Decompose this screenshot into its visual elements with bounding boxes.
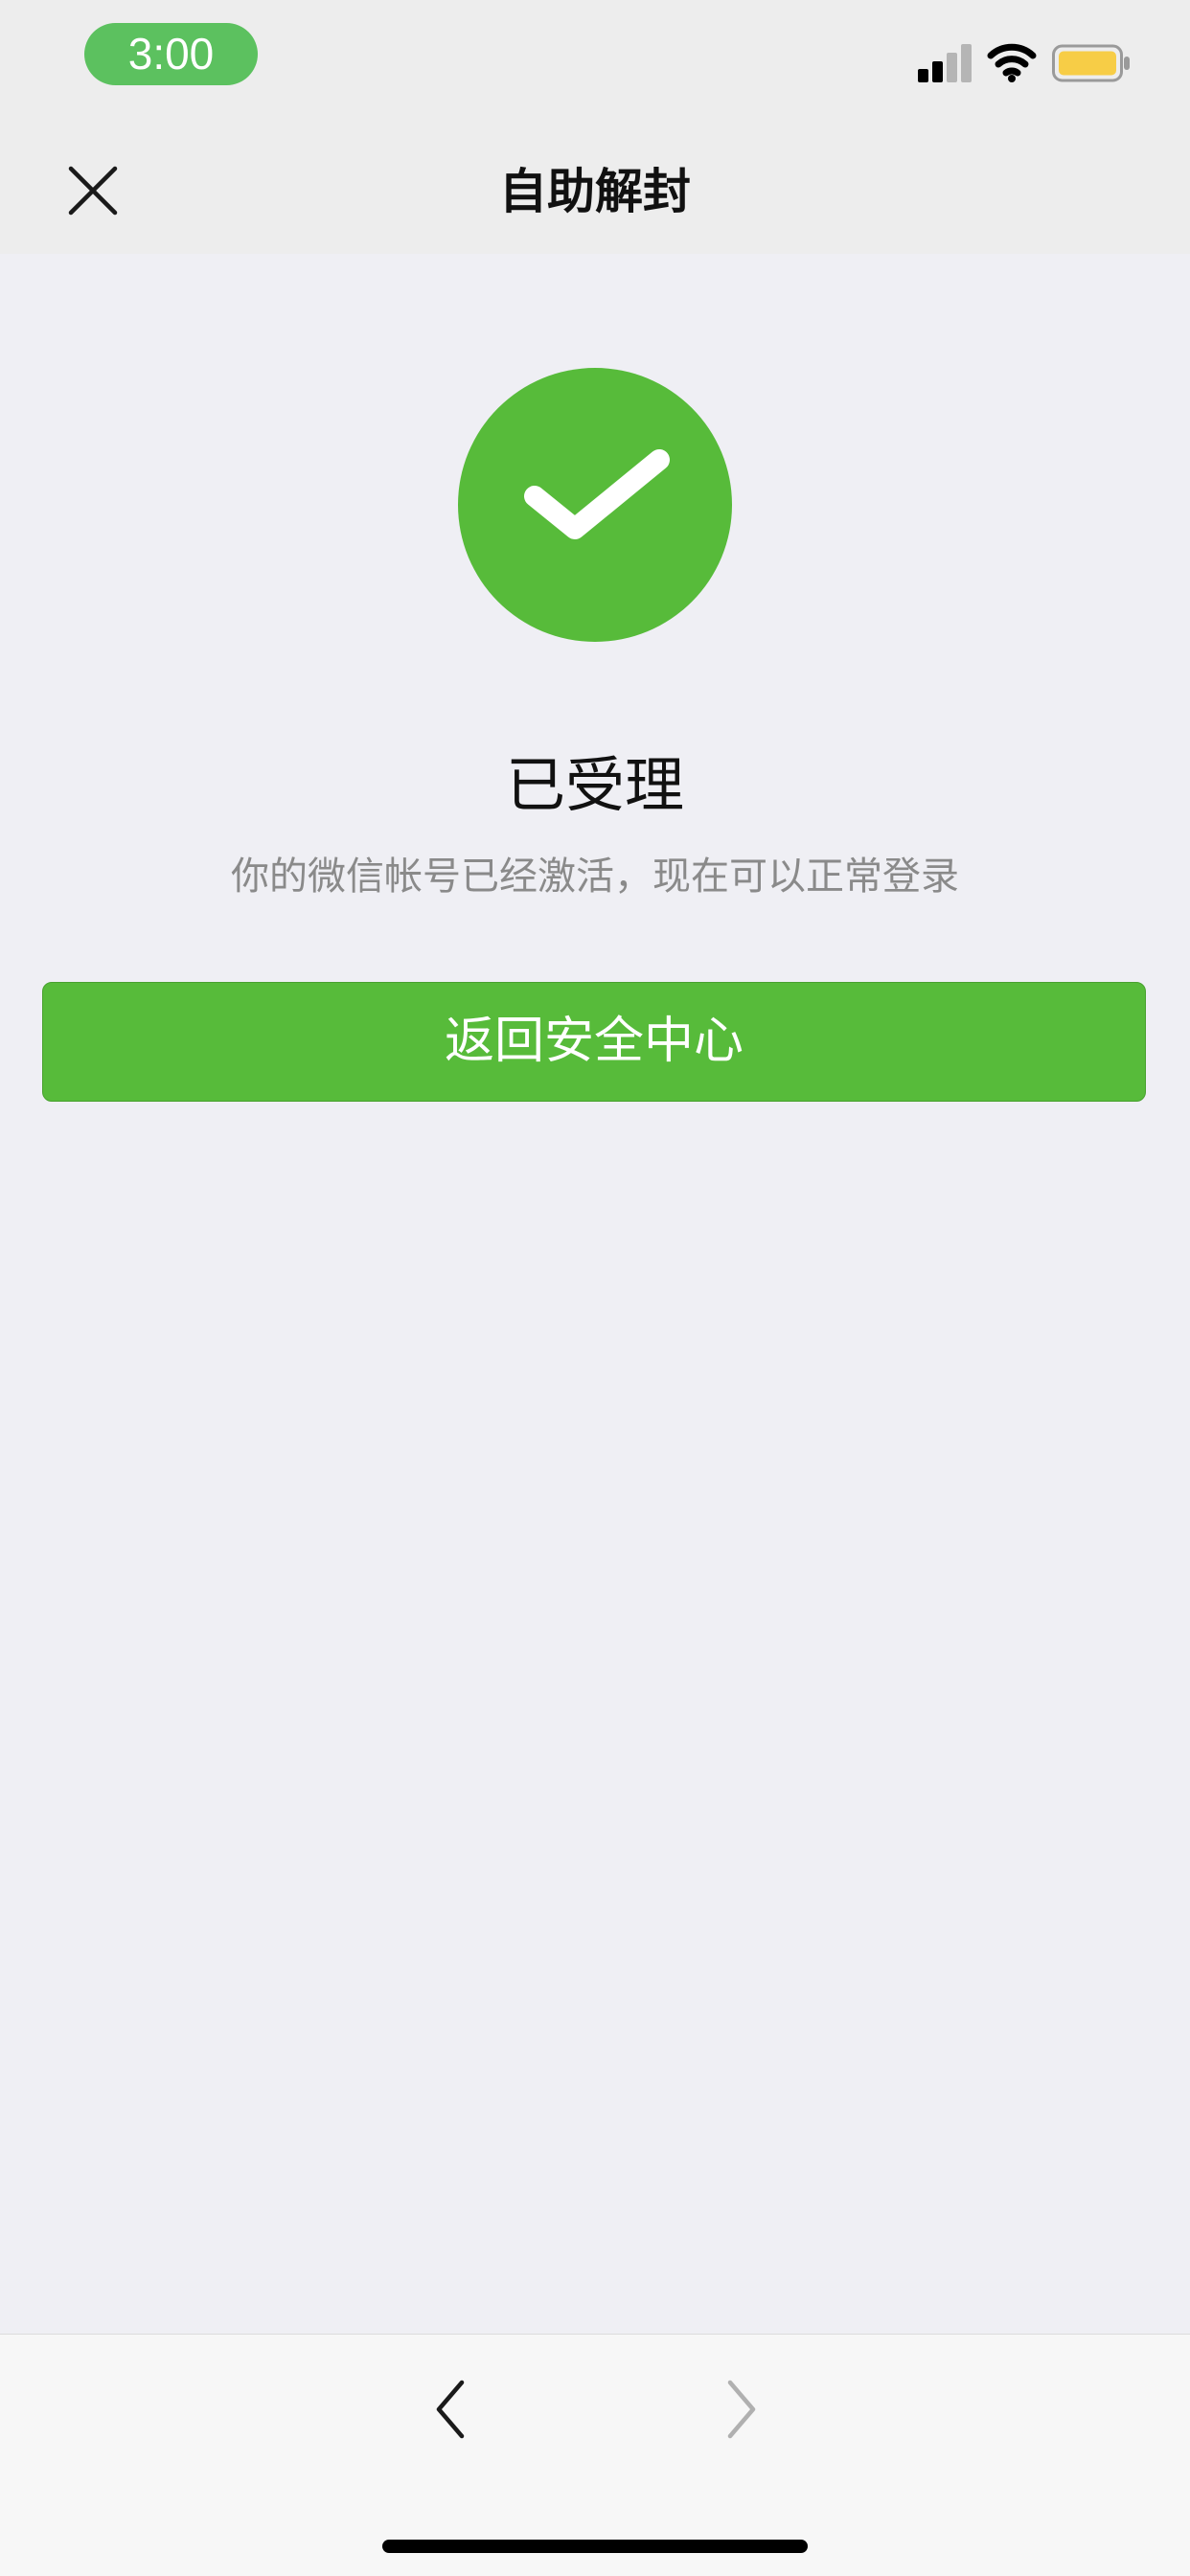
status-time: 3:00 — [84, 23, 258, 85]
battery-icon — [1052, 44, 1130, 82]
signal-icon — [918, 44, 972, 82]
chevron-right-icon[interactable] — [721, 2377, 763, 2442]
success-badge — [458, 368, 732, 642]
result-description: 你的微信帐号已经激活，现在可以正常登录 — [231, 855, 959, 899]
chevron-left-icon[interactable] — [429, 2377, 471, 2442]
bottom-toolbar — [0, 2334, 1190, 2576]
status-bar: 3:00 — [0, 0, 1190, 144]
return-security-center-button[interactable]: 返回安全中心 — [42, 982, 1146, 1102]
home-indicator — [382, 2540, 808, 2553]
nav-bar: 自助解封 — [0, 144, 1190, 254]
result-title: 已受理 — [505, 750, 684, 820]
wifi-icon — [987, 43, 1037, 82]
checkmark-icon — [524, 449, 670, 539]
page-title: 自助解封 — [499, 164, 691, 219]
